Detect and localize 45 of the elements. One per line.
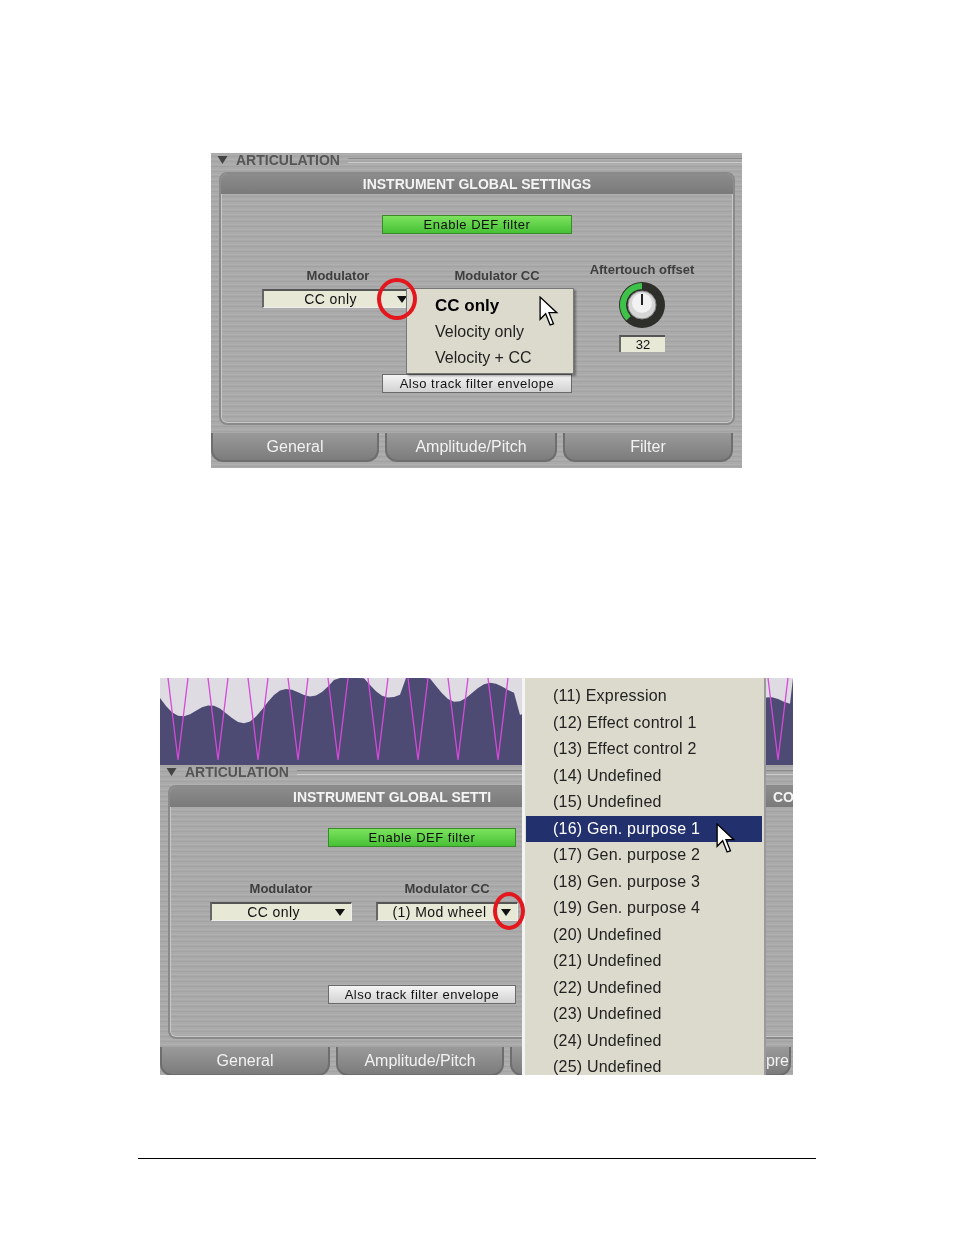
menu-item[interactable]: Velocity + CC bbox=[435, 345, 573, 371]
menu-item[interactable]: CC only bbox=[435, 293, 573, 319]
modulator-dropdown[interactable]: CC only bbox=[210, 902, 352, 921]
field-label: Modulator CC bbox=[454, 269, 540, 283]
caret-icon bbox=[501, 908, 511, 916]
track-envelope-button[interactable]: Also track filter envelope bbox=[382, 374, 572, 393]
value-field[interactable]: 32 bbox=[619, 335, 665, 352]
field-label: Modulator CC bbox=[404, 882, 490, 896]
enable-filter-button[interactable]: Enable DEF filter bbox=[382, 215, 572, 234]
field-label: Modulator bbox=[306, 269, 370, 283]
menu-item[interactable]: (15) Undefined bbox=[526, 789, 762, 816]
menu-item[interactable]: (17) Gen. purpose 2 bbox=[526, 842, 762, 869]
menu-item[interactable]: (24) Undefined bbox=[526, 1027, 762, 1054]
menu-item[interactable]: (22) Undefined bbox=[526, 974, 762, 1001]
menu-item[interactable]: (21) Undefined bbox=[526, 948, 762, 975]
highlight-circle bbox=[493, 892, 525, 930]
field-label: Modulator bbox=[249, 882, 313, 896]
menu-item[interactable]: (14) Undefined bbox=[526, 762, 762, 789]
mouse-cursor-icon bbox=[716, 823, 736, 853]
menu-item[interactable]: (12) Effect control 1 bbox=[526, 709, 762, 736]
menu-item[interactable]: (19) Gen. purpose 4 bbox=[526, 895, 762, 922]
modulator-cc-dropdown[interactable]: (1) Mod wheel bbox=[376, 902, 518, 921]
panel-title: INSTRUMENT GLOBAL SETTINGS bbox=[221, 174, 733, 194]
menu-item[interactable]: (16) Gen. purpose 1 bbox=[526, 815, 762, 842]
menu-item[interactable]: Velocity only bbox=[435, 319, 573, 345]
menu-item[interactable]: (25) Undefined bbox=[526, 1054, 762, 1075]
highlight-circle bbox=[377, 278, 417, 320]
knob-icon[interactable] bbox=[618, 281, 666, 329]
field-label: Aftertouch offset bbox=[589, 263, 695, 277]
menu-item[interactable]: (18) Gen. purpose 3 bbox=[526, 868, 762, 895]
enable-filter-button[interactable]: Enable DEF filter bbox=[328, 828, 516, 847]
menu-item[interactable]: (13) Effect control 2 bbox=[526, 736, 762, 763]
caret-icon bbox=[335, 908, 345, 916]
menu-item[interactable]: (11) Expression bbox=[526, 683, 762, 710]
section-title: ARTICULATION bbox=[236, 153, 340, 167]
expand-triangle-icon[interactable] bbox=[217, 156, 228, 164]
menu-item[interactable]: (20) Undefined bbox=[526, 921, 762, 948]
section-title: ARTICULATION bbox=[185, 765, 289, 779]
expand-triangle-icon[interactable] bbox=[166, 768, 177, 776]
panel-title: CO bbox=[773, 789, 793, 805]
mouse-cursor-icon bbox=[539, 296, 559, 326]
caret-icon bbox=[397, 295, 407, 303]
panel-title: INSTRUMENT GLOBAL SETTI bbox=[293, 789, 492, 805]
menu-item[interactable]: (23) Undefined bbox=[526, 1001, 762, 1028]
track-envelope-button[interactable]: Also track filter envelope bbox=[328, 985, 516, 1004]
